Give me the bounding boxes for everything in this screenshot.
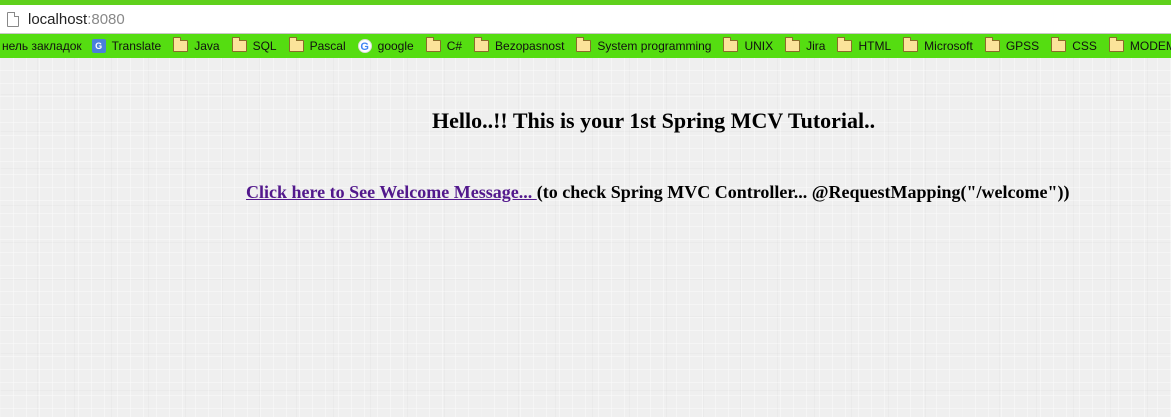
google-icon: G bbox=[357, 39, 372, 53]
bookmark-system-programming[interactable]: System programming bbox=[576, 37, 712, 53]
bookmark-label: Translate bbox=[111, 39, 162, 53]
bookmark-label: UNIX bbox=[744, 39, 774, 53]
bookmark-modem[interactable]: MODEM bbox=[1108, 37, 1171, 53]
bookmark-label: MODEM bbox=[1129, 39, 1171, 53]
folder-icon bbox=[231, 37, 247, 52]
bookmark-unix[interactable]: UNIX bbox=[723, 37, 774, 53]
folder-icon bbox=[474, 37, 490, 52]
url-field[interactable]: localhost:8080 bbox=[28, 11, 125, 28]
bookmark-css[interactable]: CSS bbox=[1051, 37, 1097, 53]
folder-icon bbox=[785, 37, 801, 52]
page-content: Hello..!! This is your 1st Spring MCV Tu… bbox=[0, 58, 1171, 417]
bookmark-translate[interactable]: G Translate bbox=[91, 39, 162, 53]
bookmark-csharp[interactable]: C# bbox=[425, 37, 463, 53]
folder-icon bbox=[723, 37, 739, 52]
bookmark-label: Java bbox=[194, 39, 220, 53]
bookmark-label: CSS bbox=[1072, 39, 1097, 53]
folder-icon bbox=[1108, 37, 1124, 52]
folder-icon bbox=[903, 37, 919, 52]
bookmark-label: C# bbox=[446, 39, 463, 53]
folder-icon bbox=[837, 37, 853, 52]
folder-icon bbox=[173, 37, 189, 52]
bookmark-html[interactable]: HTML bbox=[837, 37, 892, 53]
folder-icon bbox=[425, 37, 441, 52]
translate-icon: G bbox=[91, 39, 106, 53]
page-heading: Hello..!! This is your 1st Spring MCV Tu… bbox=[432, 108, 876, 133]
folder-icon bbox=[984, 37, 1000, 52]
url-host: localhost bbox=[28, 10, 88, 28]
welcome-link[interactable]: Click here to See Welcome Message... bbox=[246, 182, 537, 202]
page-icon bbox=[7, 11, 19, 27]
bookmark-jira[interactable]: Jira bbox=[785, 37, 826, 53]
bookmark-label: GPSS bbox=[1005, 39, 1040, 53]
bookmark-label: Pascal bbox=[309, 39, 346, 53]
bookmarks-bar: нель закладок G Translate Java SQL Pasca… bbox=[0, 34, 1171, 58]
bookmark-google[interactable]: G google bbox=[357, 39, 414, 53]
bookmark-bezopasnost[interactable]: Bezopasnost bbox=[474, 37, 565, 53]
bookmark-label: Jira bbox=[806, 39, 826, 53]
bookmark-label: Bezopasnost bbox=[495, 39, 565, 53]
bookmark-label: System programming bbox=[597, 39, 712, 53]
url-port: :8080 bbox=[87, 10, 125, 28]
bookmark-pascal[interactable]: Pascal bbox=[288, 37, 346, 53]
bookmark-microsoft[interactable]: Microsoft bbox=[903, 37, 973, 53]
bookmarks-panel-label[interactable]: нель закладок bbox=[2, 39, 82, 53]
folder-icon bbox=[1051, 37, 1067, 52]
bookmark-label: SQL bbox=[252, 39, 277, 53]
bookmark-sql[interactable]: SQL bbox=[231, 37, 277, 53]
address-bar[interactable]: localhost:8080 bbox=[0, 5, 1171, 34]
folder-icon bbox=[576, 37, 592, 52]
folder-icon bbox=[288, 37, 304, 52]
welcome-line: Click here to See Welcome Message... (to… bbox=[246, 182, 1069, 203]
bookmark-java[interactable]: Java bbox=[173, 37, 220, 53]
bookmark-label: google bbox=[377, 39, 414, 53]
bookmark-label: HTML bbox=[858, 39, 892, 53]
welcome-link-description: (to check Spring MVC Controller... @Requ… bbox=[536, 182, 1070, 202]
bookmark-gpss[interactable]: GPSS bbox=[984, 37, 1040, 53]
bookmark-label: Microsoft bbox=[924, 39, 973, 53]
